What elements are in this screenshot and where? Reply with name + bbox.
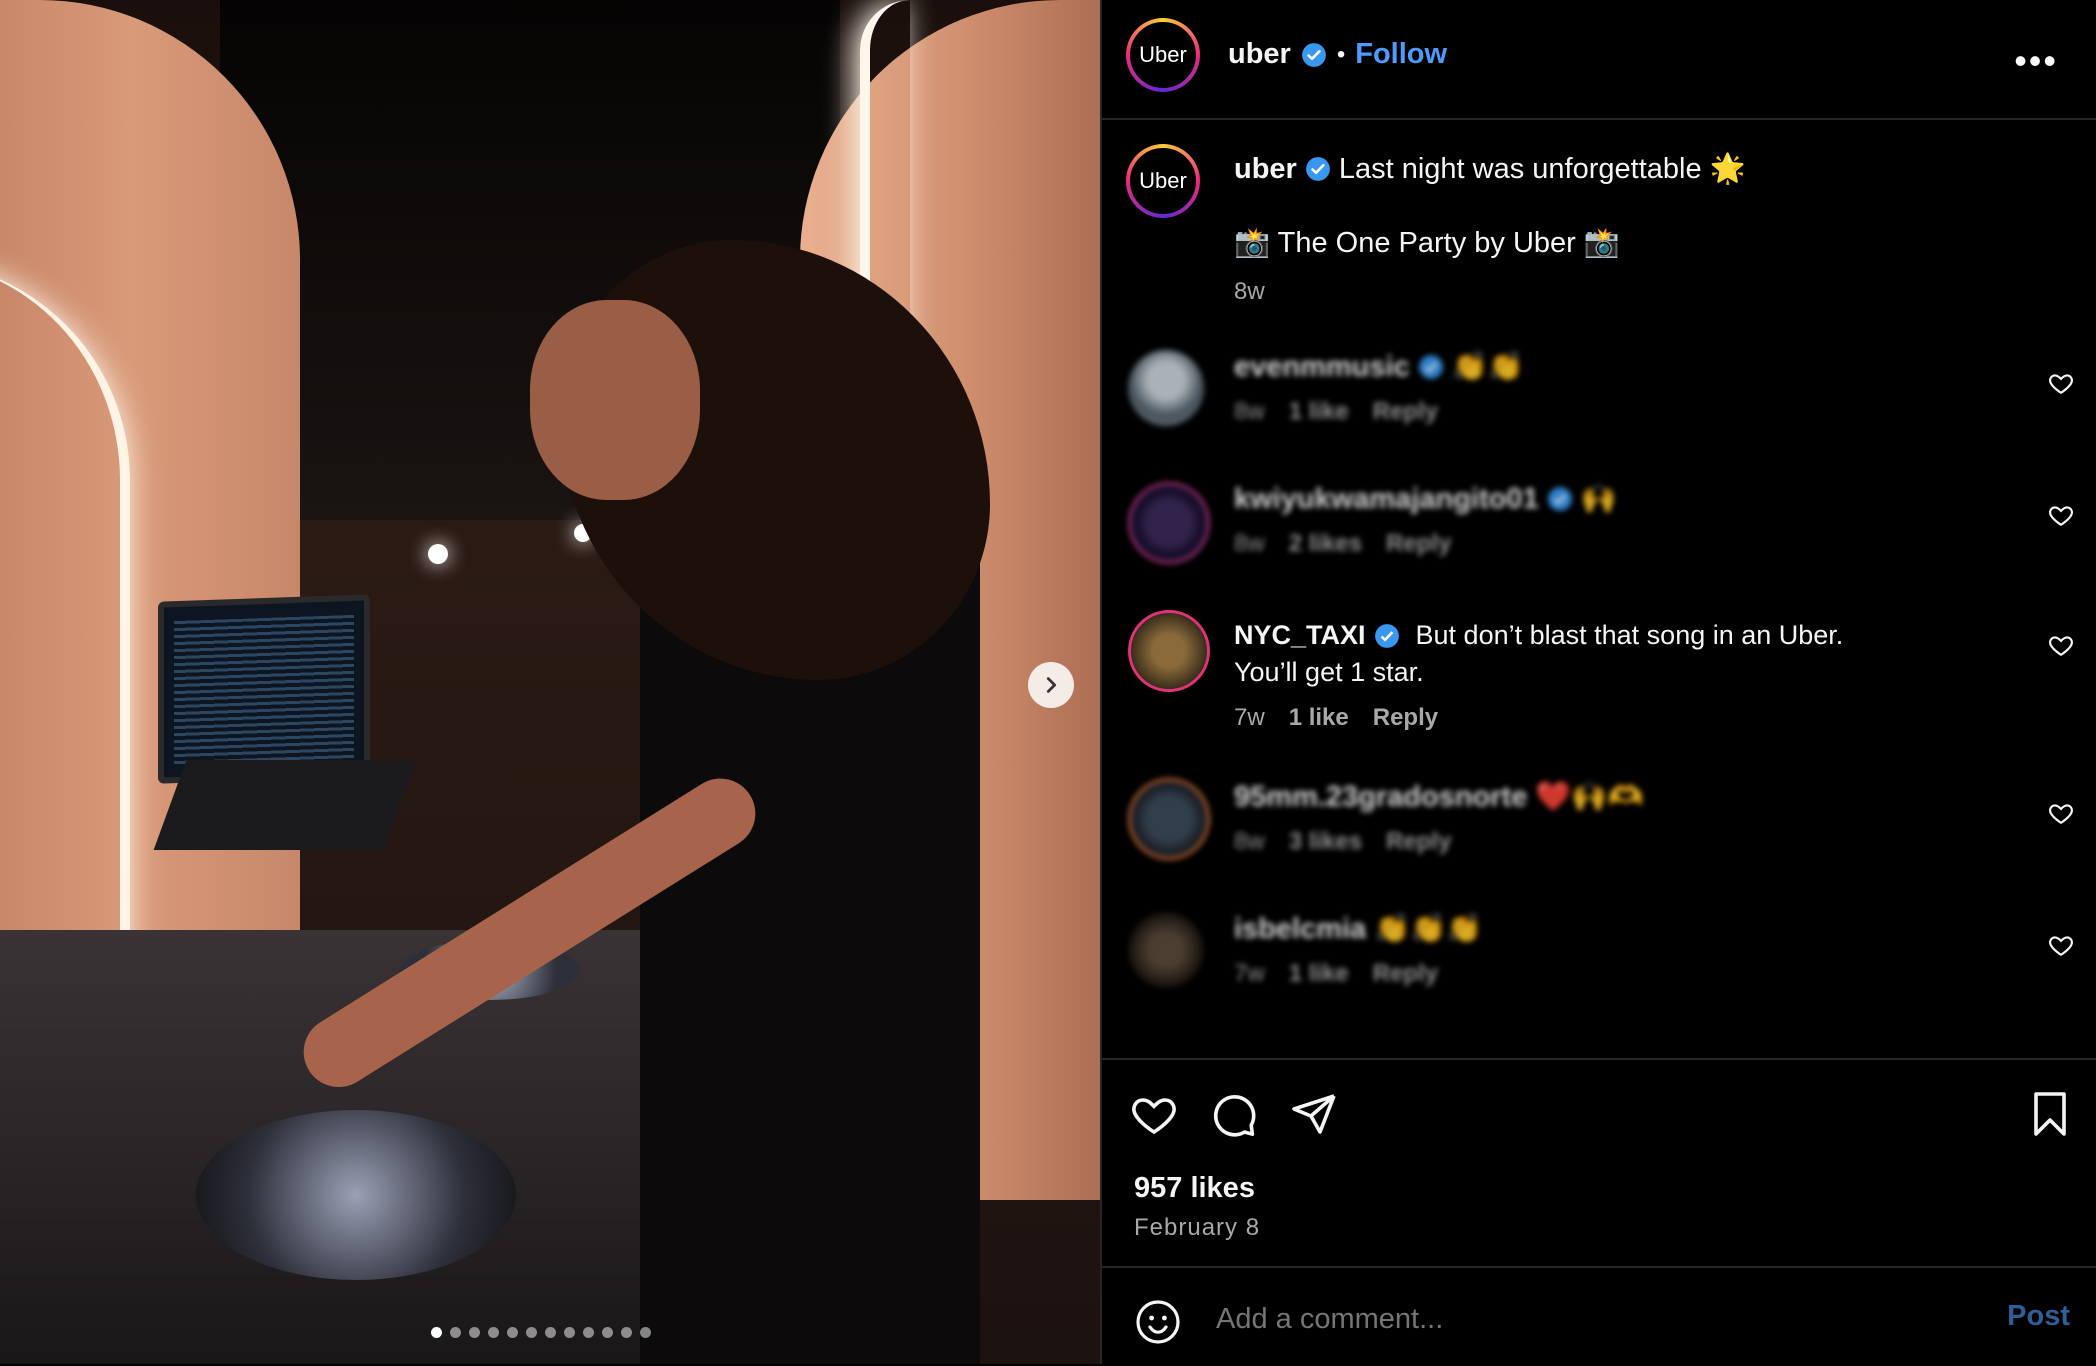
emoji-icon[interactable] [1134, 1298, 1182, 1346]
carousel-dot [469, 1327, 480, 1338]
comment-text: ❤️🙌🫶 [1535, 781, 1644, 813]
commenter-avatar[interactable] [1128, 482, 1210, 564]
verified-icon [1547, 487, 1572, 511]
caption-text-line2: 📸 The One Party by Uber 📸 [1234, 227, 1620, 259]
comment-likes[interactable]: 2 likes [1289, 530, 1362, 558]
carousel-dot [488, 1327, 499, 1338]
commenter-avatar[interactable] [1128, 912, 1204, 988]
carousel-dot [564, 1327, 575, 1338]
username[interactable]: uber [1228, 38, 1291, 71]
carousel-dot [507, 1327, 518, 1338]
carousel-dot [450, 1327, 461, 1338]
comment-username[interactable]: NYC_TAXI [1234, 620, 1366, 651]
share-icon[interactable] [1290, 1090, 1338, 1138]
likes-count[interactable]: 957 likes [1134, 1172, 1255, 1205]
heart-icon[interactable] [2048, 370, 2074, 396]
laptop-screen [158, 594, 370, 784]
more-icon[interactable]: ••• [2014, 40, 2058, 82]
caption-text: Last night was unforgettable 🌟 [1338, 153, 1746, 185]
comment-time: 7w [1234, 704, 1265, 731]
follow-button[interactable]: Follow [1355, 38, 1447, 71]
comment-likes[interactable]: 1 like [1289, 398, 1349, 426]
comment-text-line2: You’ll get 1 star. [1234, 657, 1424, 687]
comment-text: 👏👏 [1451, 351, 1524, 383]
reply-button[interactable]: Reply [1386, 530, 1451, 558]
heart-icon[interactable] [2048, 502, 2074, 528]
commenter-avatar[interactable] [1128, 778, 1210, 860]
carousel-dot [431, 1327, 442, 1338]
reply-button[interactable]: Reply [1373, 704, 1438, 732]
reply-button[interactable]: Reply [1373, 398, 1438, 426]
carousel-dot [545, 1327, 556, 1338]
carousel-dot [602, 1327, 613, 1338]
avatar-label: Uber [1130, 22, 1196, 88]
post-image[interactable] [0, 0, 1100, 1364]
carousel-dot [526, 1327, 537, 1338]
comment-likes[interactable]: 1 like [1289, 704, 1349, 732]
comment-time: 8w [1234, 530, 1265, 557]
post-actions: 957 likes February 8 [1102, 1058, 2096, 1300]
comment-username[interactable]: kwiyukwamajangito01 [1234, 483, 1539, 516]
post-date: February 8 [1134, 1214, 1261, 1241]
heart-icon[interactable] [1130, 1090, 1178, 1138]
dj-platter [196, 1110, 516, 1280]
dj-person-face [530, 300, 700, 500]
carousel-dot [583, 1327, 594, 1338]
avatar[interactable]: Uber [1126, 144, 1200, 218]
comment-text: But don’t blast that song in an Uber. [1415, 620, 1844, 650]
comment-username[interactable]: isbelcmia [1234, 913, 1366, 946]
add-comment-bar: Post [1102, 1266, 2096, 1366]
comment-likes[interactable]: 1 like [1289, 960, 1349, 988]
comment-icon[interactable] [1210, 1090, 1258, 1138]
comment-time: 8w [1234, 398, 1265, 425]
post-comment-button[interactable]: Post [2007, 1300, 2070, 1333]
comment-username[interactable]: 95mm.23gradosnorte [1234, 781, 1527, 814]
avatar[interactable]: Uber [1126, 18, 1200, 92]
laptop-base [153, 760, 417, 850]
carousel-dot [640, 1327, 651, 1338]
carousel-dot [621, 1327, 632, 1338]
verified-icon [1418, 355, 1443, 379]
verified-icon [1301, 42, 1326, 67]
comment-time: 7w [1234, 960, 1265, 987]
post-header: Uber uber • Follow ••• [1102, 0, 2096, 120]
comment-time: 8w [1234, 828, 1265, 855]
carousel-dots [431, 1327, 651, 1338]
comment-text: 👏👏👏 [1374, 913, 1483, 945]
stage-light [428, 544, 448, 564]
post-sidebar: Uber uber • Follow ••• Uber uber Last ni… [1100, 0, 2096, 1364]
heart-icon[interactable] [2048, 932, 2074, 958]
comment-text: 🙌 [1580, 483, 1617, 515]
caption-username[interactable]: uber [1234, 153, 1297, 186]
heart-icon[interactable] [2048, 800, 2074, 826]
reply-button[interactable]: Reply [1373, 960, 1438, 988]
comment-input[interactable] [1214, 1298, 1938, 1340]
bookmark-icon[interactable] [2026, 1090, 2074, 1138]
heart-icon[interactable] [2048, 632, 2074, 658]
carousel-next-button[interactable] [1028, 662, 1074, 708]
caption-timestamp: 8w [1234, 278, 1265, 305]
comment-likes[interactable]: 3 likes [1289, 828, 1362, 856]
comment-username[interactable]: evenmmusic [1234, 351, 1410, 384]
avatar-label: Uber [1130, 148, 1196, 214]
commenter-avatar[interactable] [1128, 350, 1204, 426]
separator-dot: • [1336, 40, 1346, 68]
commenter-avatar[interactable] [1128, 610, 1210, 692]
verified-icon [1374, 623, 1399, 648]
reply-button[interactable]: Reply [1386, 828, 1451, 856]
chevron-right-icon [1046, 677, 1057, 693]
verified-icon [1305, 157, 1330, 181]
